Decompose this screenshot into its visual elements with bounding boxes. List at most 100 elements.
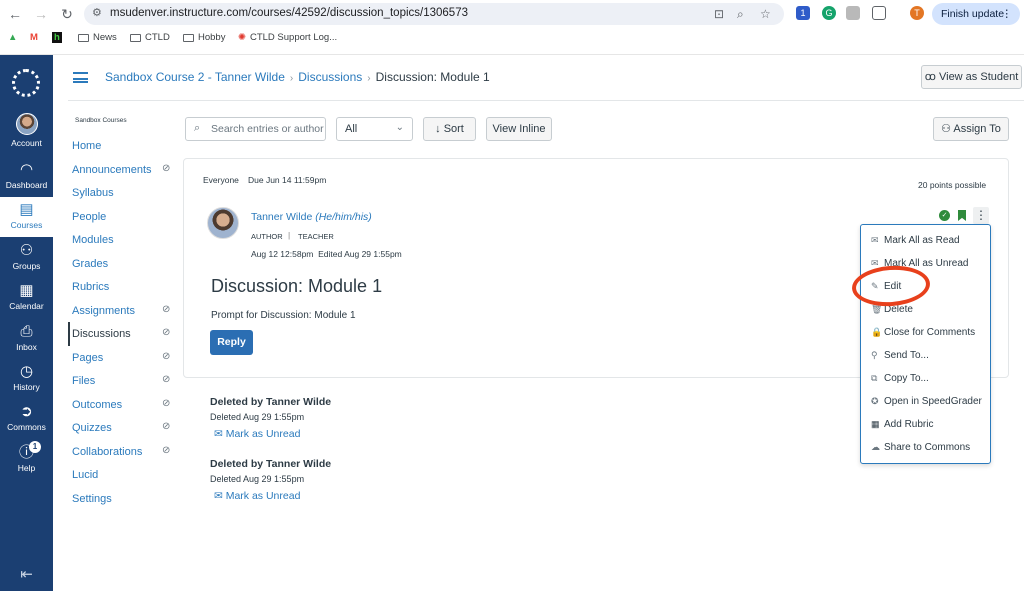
author-name[interactable]: Tanner Wilde (He/him/his) [251, 211, 372, 223]
menu-item-copy-to[interactable]: ⧉ Copy To... [871, 373, 929, 384]
author-avatar[interactable] [207, 207, 239, 239]
course-nav-announcements[interactable]: Announcements [72, 164, 152, 176]
filter-value: All [345, 123, 358, 135]
lock-icon: 🔒 [871, 327, 883, 337]
extension-icon-2[interactable] [846, 6, 860, 20]
audience-label: Everyone [203, 175, 239, 185]
published-check-icon[interactable]: ✓ [939, 210, 950, 221]
course-nav-quizzes[interactable]: Quizzes [72, 422, 112, 434]
deleted-reply-date: Deleted Aug 29 1:55pm [210, 412, 305, 422]
author-name-text: Tanner Wilde [251, 211, 313, 223]
deleted-reply-heading: Deleted by Tanner Wilde [210, 396, 332, 408]
global-nav-history[interactable]: ◷ History [0, 363, 53, 392]
h-bookmark-icon[interactable]: h [52, 32, 62, 43]
hidden-eye-icon: ⊘ [162, 351, 171, 362]
course-nav-people[interactable]: People [72, 211, 106, 223]
course-nav-lucid[interactable]: Lucid [72, 469, 98, 481]
canvas-logo-icon[interactable] [12, 69, 40, 97]
bookmark-ctld-support[interactable]: ✺ CTLD Support Log... [238, 32, 337, 43]
header-divider [68, 100, 1024, 101]
course-nav-rubrics[interactable]: Rubrics [72, 281, 109, 293]
course-nav-files[interactable]: Files [72, 375, 95, 387]
global-nav-inbox[interactable]: ⎙ Inbox [0, 323, 53, 352]
sort-button[interactable]: ↓ Sort [423, 117, 476, 141]
search-input[interactable]: ⌕ Search entries or author [185, 117, 326, 141]
extension-icon[interactable]: 1 [796, 6, 810, 20]
course-nav-title: Sandbox Courses [75, 117, 127, 124]
envelope-unread-icon: ✉ [214, 428, 226, 440]
global-nav-help[interactable]: ⓘ 1 Help [0, 441, 53, 473]
menu-item-share-to-commons[interactable]: ☁ Share to Commons [871, 442, 970, 453]
bookmark-label: CTLD [145, 32, 170, 43]
assign-to-button[interactable]: ⚇ Assign To [933, 117, 1009, 141]
gmail-icon[interactable]: M [30, 32, 38, 43]
menu-item-send-to[interactable]: ⚲ Send To... [871, 350, 929, 361]
bookmark-label: Hobby [198, 32, 226, 43]
course-nav-collaborations[interactable]: Collaborations [72, 446, 142, 458]
bookmark-hobby[interactable]: Hobby [183, 32, 225, 43]
breadcrumb: Sandbox Course 2 - Tanner Wilde › Discussi… [105, 70, 490, 84]
reply-button[interactable]: Reply [210, 330, 253, 355]
mark-as-unread-link[interactable]: ✉ Mark as Unread [214, 428, 300, 440]
profile-avatar[interactable]: T [910, 6, 924, 20]
global-nav-commons[interactable]: ➲ Commons [0, 403, 53, 432]
breadcrumb-course[interactable]: Sandbox Course 2 - Tanner Wilde [105, 70, 285, 84]
course-nav-home[interactable]: Home [72, 140, 101, 152]
menu-item-speedgrader[interactable]: ✪ Open in SpeedGrader [871, 396, 982, 407]
course-nav-assignments[interactable]: Assignments [72, 305, 135, 317]
menu-item-mark-all-read[interactable]: ✉ Mark All as Read [871, 235, 960, 246]
url-text[interactable]: msudenver.instructure.com/courses/42592/… [110, 7, 468, 19]
breadcrumb-discussions[interactable]: Discussions [298, 70, 362, 84]
course-nav-pages[interactable]: Pages [72, 352, 103, 364]
discussion-prompt: Prompt for Discussion: Module 1 [211, 310, 356, 321]
global-nav-groups[interactable]: ⚇ Groups [0, 242, 53, 271]
collapse-nav-icon[interactable]: ⇤ [0, 565, 53, 583]
course-nav-modules[interactable]: Modules [72, 234, 114, 246]
nav-label: History [13, 382, 40, 392]
filter-select[interactable]: All ⌄ [336, 117, 413, 141]
hamburger-menu-icon[interactable] [73, 72, 88, 83]
site-info-icon[interactable]: ⚙ [92, 6, 102, 19]
menu-item-add-rubric[interactable]: ▦ Add Rubric [871, 419, 933, 430]
course-nav-outcomes[interactable]: Outcomes [72, 399, 122, 411]
menu-item-close-for-comments[interactable]: 🔒 Close for Comments [871, 327, 975, 338]
install-icon[interactable]: ⊡ [714, 7, 724, 21]
topic-options-menu: ✉ Mark All as Read ✉ Mark All as Unread ✎ E… [860, 224, 991, 464]
role-divider: | [288, 230, 291, 240]
address-bar[interactable]: ⚙ msudenver.instructure.com/courses/4259… [84, 3, 784, 25]
avatar [15, 113, 38, 135]
back-icon[interactable]: ← [6, 5, 24, 23]
course-nav-grades[interactable]: Grades [72, 258, 108, 270]
course-nav-settings[interactable]: Settings [72, 493, 112, 505]
finish-update-button[interactable]: Finish update ⋮ [932, 3, 1020, 25]
copy-icon: ⧉ [871, 373, 878, 383]
help-badge: 1 [29, 441, 41, 453]
global-nav-courses[interactable]: ▤ Courses [0, 197, 53, 237]
hidden-eye-icon: ⊘ [162, 421, 171, 432]
bookmark-ctld[interactable]: CTLD [130, 32, 170, 43]
view-inline-button[interactable]: View Inline [486, 117, 552, 141]
forward-icon[interactable]: → [32, 5, 50, 23]
chevron-right-icon: › [367, 73, 371, 84]
assign-to-label: Assign To [953, 123, 1001, 135]
puzzle-icon[interactable] [872, 6, 886, 20]
bookmark-news[interactable]: News [78, 32, 117, 43]
view-as-student-button[interactable]: ꝏ View as Student [921, 65, 1022, 89]
reload-icon[interactable]: ↻ [58, 5, 76, 23]
mark-as-unread-link[interactable]: ✉ Mark as Unread [214, 490, 300, 502]
topic-options-kebab-icon[interactable]: ⋮ [973, 207, 989, 224]
star-icon[interactable]: ☆ [760, 7, 771, 21]
global-nav-account[interactable]: Account [0, 113, 53, 148]
chevron-down-icon: ⌄ [395, 122, 404, 133]
zoom-icon[interactable]: ⌕ [737, 7, 744, 22]
course-nav-syllabus[interactable]: Syllabus [72, 187, 114, 199]
grammarly-icon[interactable]: G [822, 6, 836, 20]
course-nav-discussions[interactable]: Discussions [72, 328, 131, 340]
calendar-icon: ▦ [19, 282, 34, 299]
drive-icon[interactable]: ▲ [8, 32, 17, 43]
bookmark-label: CTLD Support Log... [249, 32, 338, 43]
global-nav: Account ◠ Dashboard ▤ Courses ⚇ Groups ▦ Cal… [0, 55, 53, 591]
global-nav-calendar[interactable]: ▦ Calendar [0, 282, 53, 311]
glasses-icon: ꝏ [924, 71, 939, 83]
global-nav-dashboard[interactable]: ◠ Dashboard [0, 161, 53, 190]
